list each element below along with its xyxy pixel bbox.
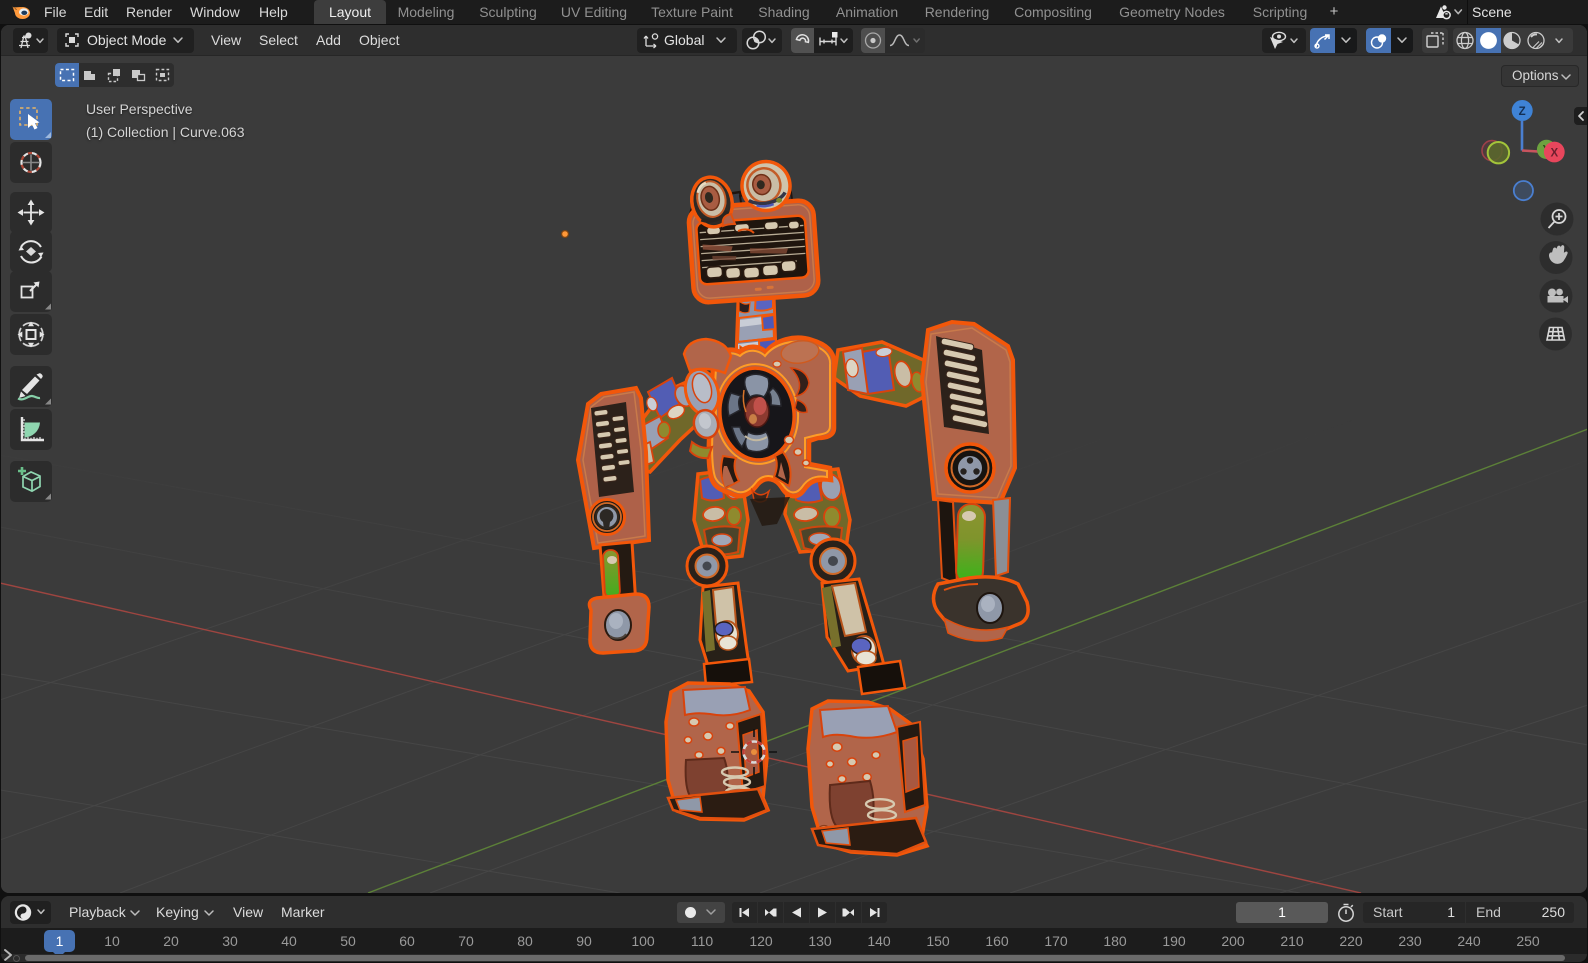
svg-text:X: X xyxy=(1550,148,1558,160)
svg-text:Z: Z xyxy=(1519,106,1526,118)
